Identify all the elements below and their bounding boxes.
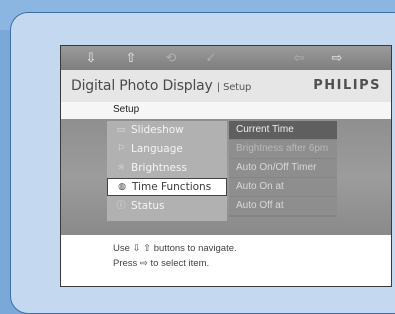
arrow-left-icon[interactable]: ⇦ [287, 46, 311, 70]
menu-item-label: Brightness [131, 162, 187, 174]
page-title: Digital Photo Display | Setup [71, 78, 251, 94]
info-icon: ⓘ [116, 201, 126, 211]
photo-display-screen: ⇩ ⇧ ⟲ ✓ ⇦ ⇨ Digital Photo Display | Setu… [60, 45, 392, 287]
menu-item-time-functions[interactable]: ◍ Time Functions [107, 178, 227, 196]
submenu-item-auto-on-off-timer[interactable]: Auto On/Off Timer [229, 159, 337, 177]
help-line-navigate: Use ⇩ ⇧ buttons to navigate. [113, 243, 237, 254]
help-line-select: Press ⇨ to select item. [113, 258, 210, 269]
breadcrumb: Setup [61, 102, 391, 119]
slideshow-icon: ▭ [116, 125, 126, 135]
brand-logo: PHILIPS [313, 78, 381, 93]
clock-icon: ◍ [118, 182, 126, 192]
submenu-item-auto-off-at[interactable]: Auto Off at [229, 197, 337, 215]
submenu-item-current-time[interactable]: Current Time [229, 121, 337, 139]
arrow-right-icon[interactable]: ⇨ [325, 46, 349, 70]
menu-item-label: Slideshow [131, 124, 184, 136]
submenu-item-brightness-after-6pm[interactable]: Brightness after 6pm [229, 140, 337, 158]
menu-item-label: Time Functions [132, 181, 212, 193]
breadcrumb-label: Setup [113, 104, 140, 115]
section-title: | Setup [216, 82, 252, 93]
menu-area: ▭ Slideshow ⚐ Language ☼ Brightness ◍ Ti… [61, 119, 391, 235]
submenu-item-auto-on-at[interactable]: Auto On at [229, 178, 337, 196]
menu-item-label: Status [131, 200, 165, 212]
check-icon[interactable]: ✓ [199, 46, 223, 70]
flag-icon: ⚐ [116, 144, 126, 154]
arrow-down-icon[interactable]: ⇩ [79, 46, 103, 70]
menu-item-label: Language [131, 143, 183, 155]
title-bar: Digital Photo Display | Setup PHILIPS [61, 70, 391, 102]
sun-icon: ☼ [116, 163, 126, 173]
nav-button-bar: ⇩ ⇧ ⟲ ✓ ⇦ ⇨ [61, 46, 391, 70]
menu-item-language[interactable]: ⚐ Language [107, 140, 227, 158]
menu-item-slideshow[interactable]: ▭ Slideshow [107, 121, 227, 139]
app-title: Digital Photo Display [71, 78, 213, 94]
back-icon[interactable]: ⟲ [159, 46, 183, 70]
time-functions-submenu: Current Time Brightness after 6pm Auto O… [229, 121, 337, 217]
help-text: Use ⇩ ⇧ buttons to navigate. Press ⇨ to … [113, 241, 237, 271]
arrow-up-icon[interactable]: ⇧ [119, 46, 143, 70]
menu-item-brightness[interactable]: ☼ Brightness [107, 159, 227, 177]
setup-menu: ▭ Slideshow ⚐ Language ☼ Brightness ◍ Ti… [107, 121, 227, 221]
menu-item-status[interactable]: ⓘ Status [107, 197, 227, 215]
